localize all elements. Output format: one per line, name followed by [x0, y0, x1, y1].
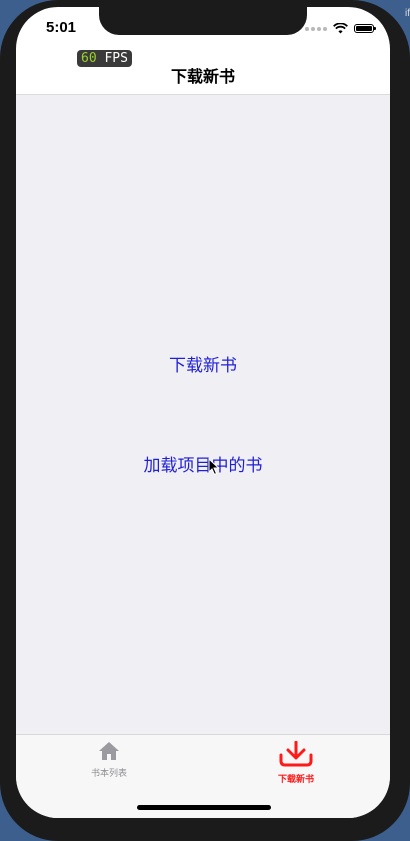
phone-screen: 5:01 60 FPS 下载新书 下载新书 加载项目中的书 书本列表 下载新书 — [16, 7, 390, 818]
status-time: 5:01 — [46, 19, 77, 36]
download-icon — [279, 740, 313, 767]
download-new-books-button[interactable]: 下载新书 — [16, 351, 390, 376]
mouse-cursor-icon — [208, 458, 220, 476]
tab-book-list[interactable]: 书本列表 — [59, 741, 159, 779]
tab-download-new-books-label: 下载新书 — [277, 775, 314, 785]
cellular-signal-icon — [305, 26, 327, 31]
nav-title: 下载新书 — [170, 67, 235, 86]
wifi-icon — [333, 23, 348, 34]
status-icons — [305, 23, 376, 34]
side-peek-text: if — [405, 8, 410, 19]
tab-book-list-label: 书本列表 — [90, 769, 127, 779]
main-content: 下载新书 加载项目中的书 — [16, 94, 390, 735]
battery-icon — [354, 24, 376, 33]
notch — [99, 7, 307, 35]
tab-download-new-books[interactable]: 下载新书 — [246, 740, 346, 785]
load-project-books-button[interactable]: 加载项目中的书 — [16, 451, 390, 476]
home-indicator[interactable] — [137, 805, 271, 810]
home-icon — [99, 742, 119, 760]
